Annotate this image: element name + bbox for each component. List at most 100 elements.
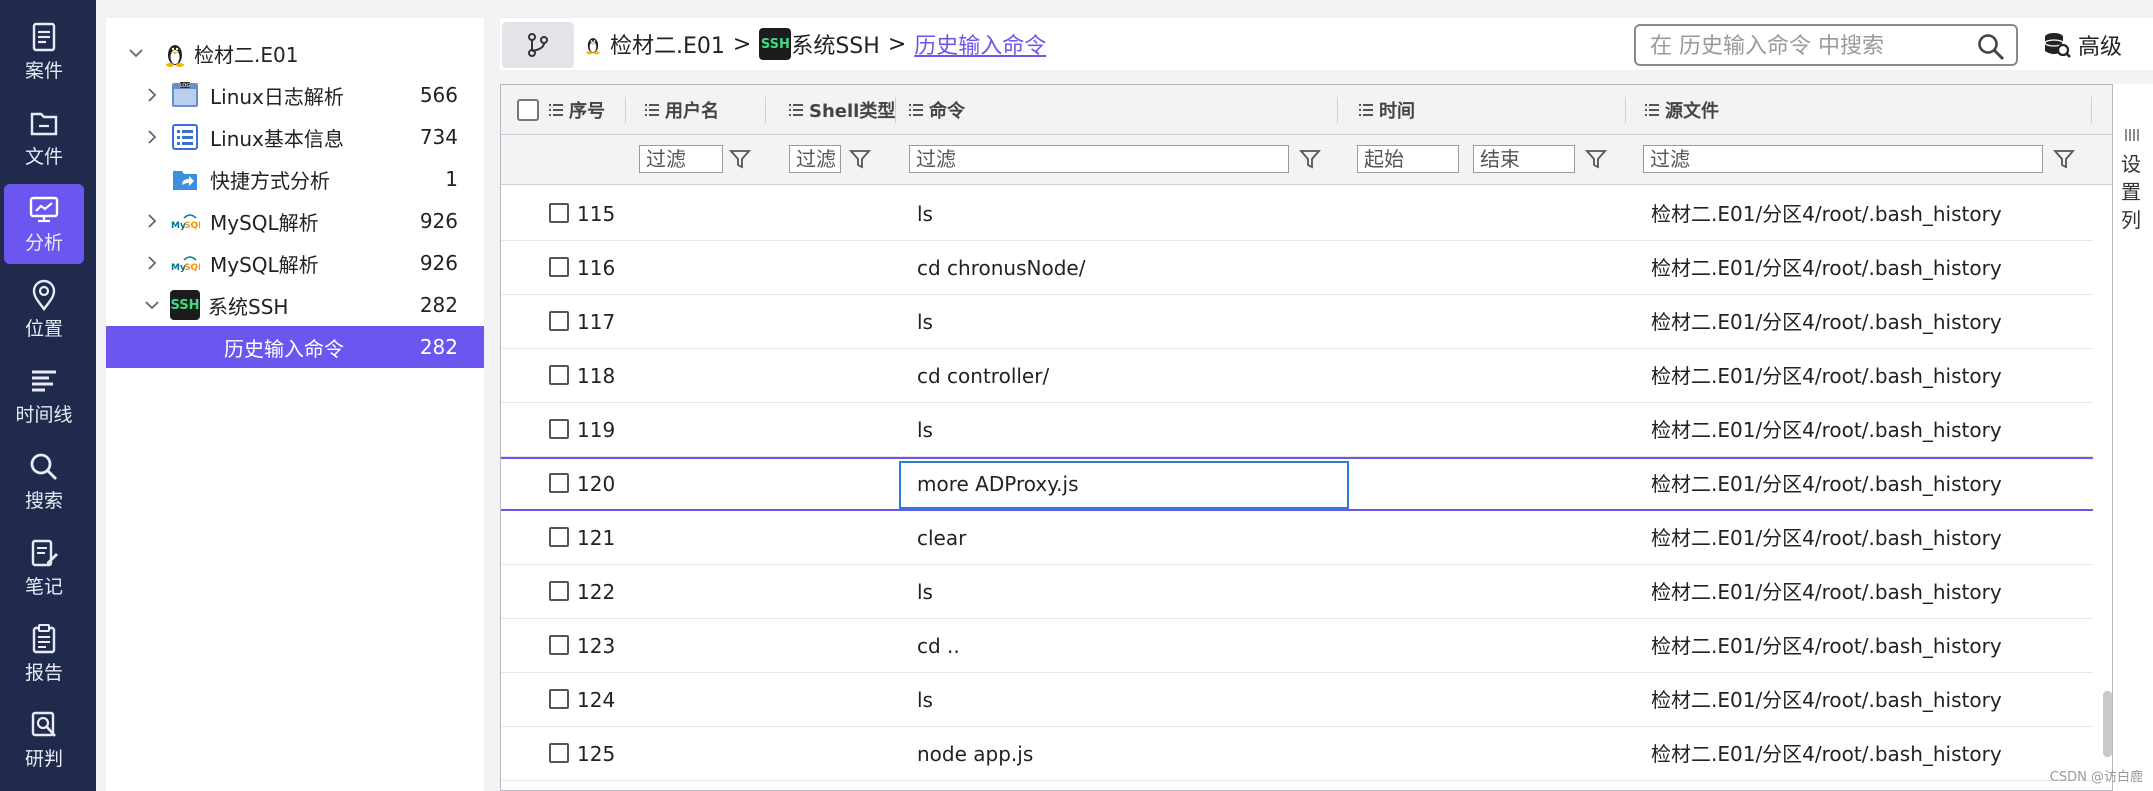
cell-source[interactable]: 检材二.E01/分区4/root/.bash_history [1651,673,2002,727]
cell-source[interactable]: 检材二.E01/分区4/root/.bash_history [1651,349,2002,403]
column-settings-panel[interactable]: 设置列 [2112,84,2153,791]
cell-source[interactable]: 检材二.E01/分区4/root/.bash_history [1651,619,2002,673]
filter-time-start-input[interactable] [1357,145,1459,173]
advanced-search-button[interactable]: 高级 [2042,24,2122,66]
column-resize-handle[interactable] [765,97,766,123]
row-checkbox[interactable] [549,203,569,223]
column-header-username[interactable]: 用户名 [645,85,719,135]
branch-button[interactable] [502,22,574,68]
cell-command[interactable]: ls [917,565,933,619]
filter-icon[interactable] [1585,148,1607,170]
row-checkbox[interactable] [549,743,569,763]
cell-source[interactable]: 检材二.E01/分区4/root/.bash_history [1651,187,2002,241]
filter-icon[interactable] [2053,148,2075,170]
tree-item-mysql-1[interactable]: MySQL MySQL解析 926 [106,200,484,242]
table-row[interactable]: 118 cd controller/ 检材二.E01/分区4/root/.bas… [501,349,2093,403]
column-resize-handle[interactable] [625,97,626,123]
search-input[interactable] [1650,32,1950,60]
tree-item-history-commands[interactable]: 历史输入命令 282 [106,326,484,368]
cell-source[interactable]: 检材二.E01/分区4/root/.bash_history [1651,403,2002,457]
breadcrumb-middle[interactable]: 系统SSH [791,28,879,60]
cell-command[interactable]: ls [917,295,933,349]
cell-source[interactable]: 检材二.E01/分区4/root/.bash_history [1651,457,2002,511]
select-all-checkbox[interactable] [517,99,539,121]
column-menu-icon[interactable] [645,104,659,116]
search-icon[interactable] [1976,32,2006,62]
column-resize-handle[interactable] [1625,97,1626,123]
table-row[interactable]: 122 ls 检材二.E01/分区4/root/.bash_history [501,565,2093,619]
column-menu-icon[interactable] [789,104,803,116]
table-row[interactable]: 116 cd chronusNode/ 检材二.E01/分区4/root/.ba… [501,241,2093,295]
table-row[interactable]: 125 node app.js 检材二.E01/分区4/root/.bash_h… [501,727,2093,781]
column-header-command[interactable]: 命令 [909,85,965,135]
cell-command[interactable]: cd chronusNode/ [917,241,1085,295]
column-header-shell-type[interactable]: Shell类型 [789,85,895,135]
filter-shell-input[interactable] [789,145,841,173]
table-row[interactable]: 121 clear 检材二.E01/分区4/root/.bash_history [501,511,2093,565]
cell-source[interactable]: 检材二.E01/分区4/root/.bash_history [1651,727,2002,781]
table-row[interactable]: 119 ls 检材二.E01/分区4/root/.bash_history [501,403,2093,457]
cell-source[interactable]: 检材二.E01/分区4/root/.bash_history [1651,511,2002,565]
chevron-right-icon[interactable] [144,87,160,103]
filter-icon[interactable] [729,148,751,170]
chevron-right-icon[interactable] [144,213,160,229]
tree-item-linux-info[interactable]: Linux基本信息 734 [106,116,484,158]
cell-command[interactable]: clear [917,511,966,565]
row-checkbox[interactable] [549,419,569,439]
breadcrumb-current[interactable]: 历史输入命令 [914,28,1046,60]
cell-command[interactable]: cd .. [917,619,960,673]
tree-item-linux-log[interactable]: LOG Linux日志解析 566 [106,74,484,116]
nav-item-note[interactable]: 笔记 [4,528,84,608]
column-header-time[interactable]: 时间 [1359,85,1415,135]
breadcrumb-root[interactable]: 检材二.E01 [610,28,725,60]
chevron-down-icon[interactable] [144,297,160,313]
row-checkbox[interactable] [549,581,569,601]
nav-item-timeline[interactable]: 时间线 [4,356,84,436]
tree-item-ssh[interactable]: SSH 系统SSH 282 [106,284,484,326]
column-menu-icon[interactable] [1645,104,1659,116]
filter-source-input[interactable] [1643,145,2043,173]
filter-command-input[interactable] [909,145,1289,173]
cell-command[interactable]: ls [917,187,933,241]
row-checkbox[interactable] [549,635,569,655]
nav-item-file[interactable]: 文件 [4,98,84,178]
table-row[interactable]: 123 cd .. 检材二.E01/分区4/root/.bash_history [501,619,2093,673]
nav-item-location[interactable]: 位置 [4,270,84,350]
nav-item-report[interactable]: 报告 [4,614,84,694]
cell-command[interactable]: ls [917,403,933,457]
cell-source[interactable]: 检材二.E01/分区4/root/.bash_history [1651,295,2002,349]
cell-command[interactable]: cd controller/ [917,349,1049,403]
row-checkbox[interactable] [549,689,569,709]
nav-item-judge[interactable]: 研判 [4,700,84,780]
tree-item-mysql-2[interactable]: MySQL MySQL解析 926 [106,242,484,284]
cell-source[interactable]: 检材二.E01/分区4/root/.bash_history [1651,241,2002,295]
filter-time-end-input[interactable] [1473,145,1575,173]
column-header-source[interactable]: 源文件 [1645,85,1719,135]
scrollbar-thumb[interactable] [2103,691,2112,757]
row-checkbox[interactable] [549,527,569,547]
cell-source[interactable]: 检材二.E01/分区4/root/.bash_history [1651,565,2002,619]
nav-item-analysis[interactable]: 分析 [4,184,84,264]
cell-command[interactable]: more ADProxy.js [917,457,1079,511]
table-row-focused[interactable]: 120 more ADProxy.js 检材二.E01/分区4/root/.ba… [501,457,2093,511]
column-header-seq[interactable]: 序号 [549,85,605,135]
chevron-right-icon[interactable] [144,255,160,271]
chevron-down-icon[interactable] [128,45,144,61]
tree-item-shortcut[interactable]: 快捷方式分析 1 [106,158,484,200]
cell-command[interactable]: node app.js [917,727,1033,781]
nav-item-search[interactable]: 搜索 [4,442,84,522]
filter-username-input[interactable] [639,145,723,173]
row-checkbox[interactable] [549,365,569,385]
column-menu-icon[interactable] [1359,104,1373,116]
column-resize-handle[interactable] [1337,97,1338,123]
row-checkbox[interactable] [549,311,569,331]
row-checkbox[interactable] [549,473,569,493]
cell-command[interactable]: ls [917,673,933,727]
nav-item-case[interactable]: 案件 [4,12,84,92]
tree-root[interactable]: 检材二.E01 [106,32,484,74]
column-menu-icon[interactable] [549,104,563,116]
table-row[interactable]: 115 ls 检材二.E01/分区4/root/.bash_history [501,187,2093,241]
row-checkbox[interactable] [549,257,569,277]
column-menu-icon[interactable] [909,104,923,116]
table-row[interactable]: 124 ls 检材二.E01/分区4/root/.bash_history [501,673,2093,727]
